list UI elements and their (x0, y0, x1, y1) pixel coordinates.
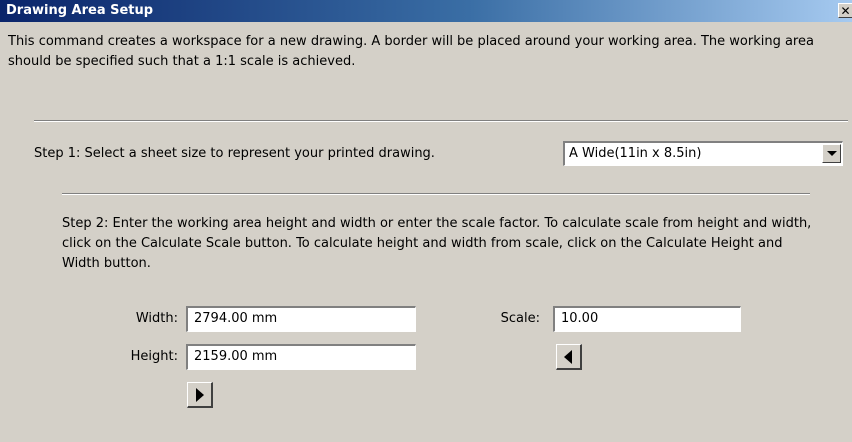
intro-text: This command creates a workspace for a n… (8, 34, 814, 69)
arrow-right-icon (196, 388, 204, 402)
scale-field[interactable]: 10.00 (553, 306, 741, 332)
step2-instructions: Step 2: Enter the working area height an… (62, 216, 812, 271)
arrow-left-icon (564, 350, 572, 364)
height-field[interactable]: 2159.00 mm (186, 344, 416, 370)
separator (34, 120, 848, 122)
calculate-height-width-button[interactable] (556, 344, 582, 370)
sheet-size-select[interactable]: A Wide(11in x 8.5in) (563, 141, 843, 166)
width-field[interactable]: 2794.00 mm (186, 306, 416, 332)
sheet-size-value: A Wide(11in x 8.5in) (569, 146, 702, 161)
scale-label: Scale: (500, 311, 540, 326)
window-title: Drawing Area Setup (6, 3, 154, 18)
close-icon: ✕ (840, 4, 851, 18)
chevron-down-icon[interactable] (822, 144, 841, 163)
height-label: Height: (130, 349, 178, 364)
close-button[interactable]: ✕ (838, 3, 852, 18)
title-bar[interactable]: Drawing Area Setup ✕ (0, 0, 852, 22)
width-label: Width: (135, 311, 178, 326)
calculate-scale-button[interactable] (187, 382, 213, 408)
separator (62, 193, 810, 195)
step1-label: Step 1: Select a sheet size to represent… (34, 146, 435, 161)
